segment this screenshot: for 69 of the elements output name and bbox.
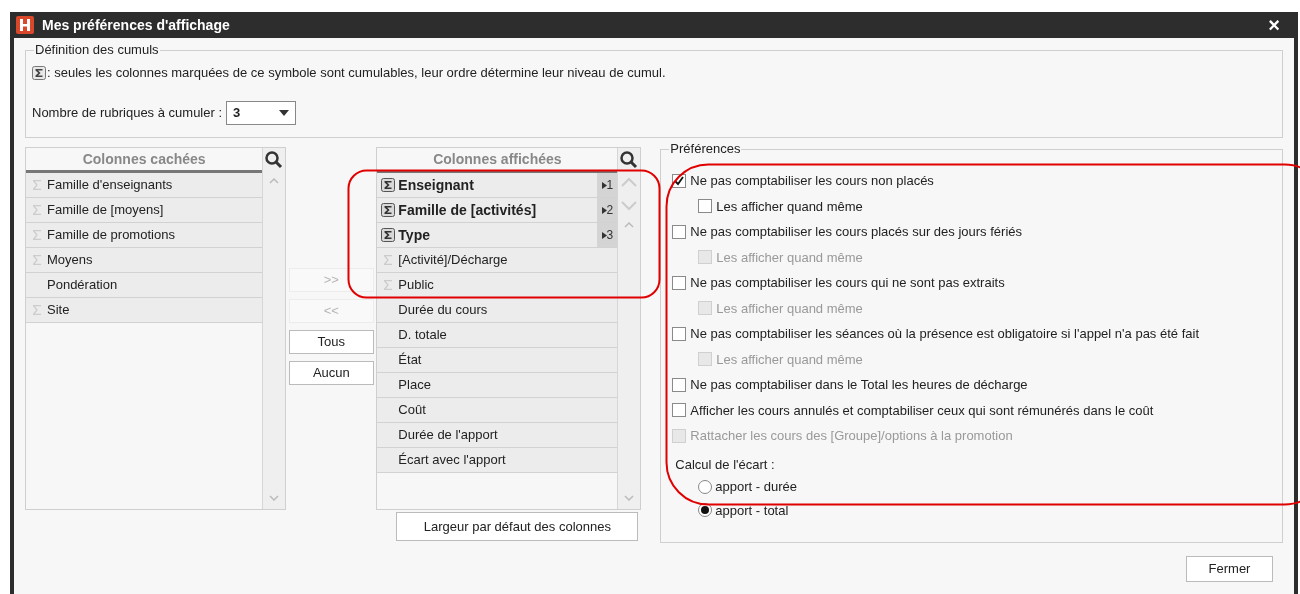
sigma-icon [32,65,46,80]
column-list-item[interactable]: Public [377,273,618,298]
column-list-item[interactable]: D. totale [377,323,618,348]
checkbox[interactable] [672,275,687,290]
close-button[interactable]: Fermer [1186,556,1273,582]
search-icon[interactable] [619,150,640,170]
select-button[interactable]: Aucun [288,361,374,385]
sigma-icon [30,228,44,242]
column-list-item[interactable]: Enseignant 1 [377,173,618,198]
option-label[interactable]: Ne pas comptabiliser les cours placés sur des jours fériés [690,222,1022,242]
sigma-icon [30,203,44,217]
option-label[interactable]: Ne pas comptabiliser les séances où la présence est obligatoire si l'appel n'a pas été fait [690,324,1199,344]
scroll-up-icon[interactable] [269,178,280,184]
search-icon[interactable] [264,150,285,170]
column-list-item[interactable]: Coût [377,398,618,423]
column-list-item[interactable]: Famille de [activités] 2 [377,198,618,223]
sigma-icon [381,228,396,242]
scroll-down-icon[interactable] [269,495,280,501]
checkbox[interactable] [672,326,687,341]
count-label: Nombre de rubriques à cumuler : [32,103,223,122]
default-column-width-button[interactable]: Largeur par défaut des colonnes [396,512,639,541]
column-list-item[interactable]: [Activité]/Décharge [377,248,618,273]
column-list-item[interactable]: Écart avec l'apport [377,448,618,473]
dropdown-caret-icon [279,109,290,116]
column-list-item[interactable]: Pondération [26,273,263,298]
column-list-item[interactable]: Famille de promotions [26,223,263,248]
checkbox[interactable] [672,403,687,418]
scroll-down-icon[interactable] [624,495,635,501]
cumul-rank-badge: 3 [597,223,618,247]
play-arrow-icon [601,206,607,214]
sigma-icon [30,303,44,317]
column-list-item[interactable]: État [377,348,618,373]
sigma-icon [30,178,44,192]
cumul-rank-badge: 1 [597,173,618,197]
column-list-item[interactable]: Famille de [moyens] [26,198,263,223]
checkbox[interactable] [672,377,687,392]
cumul-note: : seules les colonnes marquées de ce symbole sont cumulables, leur ordre détermine leur niveau de cumul. [47,64,666,82]
option-label[interactable]: Les afficher quand même [716,196,863,216]
cumul-rank-badge: 2 [597,198,618,222]
radio-label[interactable]: apport - total [715,500,789,520]
sigma-icon [381,178,396,192]
app-logo-icon [16,16,34,34]
play-arrow-icon [601,181,607,189]
radio-button[interactable] [698,479,713,494]
column-list-item[interactable]: Site [26,298,263,323]
sigma-icon [381,203,396,217]
column-list-item[interactable]: Type 3 [377,223,618,248]
play-arrow-icon [601,231,607,239]
sigma-icon [30,253,44,267]
close-button[interactable]: × [1268,15,1280,35]
column-list-item[interactable]: Durée de l'apport [377,423,618,448]
option-label[interactable]: Ne pas comptabiliser les cours qui ne sont pas extraits [690,273,1005,293]
column-list-item[interactable]: Place [377,373,618,398]
group-title: Préférences [669,142,742,155]
option-label[interactable]: Ne pas comptabiliser les cours non placés [690,171,934,191]
deviation-label: Calcul de l'écart : [675,455,776,474]
count-dropdown[interactable]: 3 [226,100,297,125]
checkbox[interactable] [672,224,687,239]
column-list-item[interactable]: Famille d'enseignants [26,173,263,198]
checkbox[interactable] [698,199,713,214]
column-list-item[interactable]: Durée du cours [377,298,618,323]
option-label[interactable]: Ne pas comptabiliser dans le Total les heures de décharge [690,375,1028,395]
select-button[interactable]: Tous [288,330,374,354]
window-title: Mes préférences d'affichage [42,15,230,35]
column-list-item[interactable]: Moyens [26,248,263,273]
option-label[interactable]: Afficher les cours annulés et comptabiliser ceux qui sont rémunérés dans le coût [690,400,1154,420]
group-title: Définition des cumuls [34,43,160,56]
radio-label[interactable]: apport - durée [715,477,798,497]
scroll-up-icon[interactable] [624,222,635,228]
